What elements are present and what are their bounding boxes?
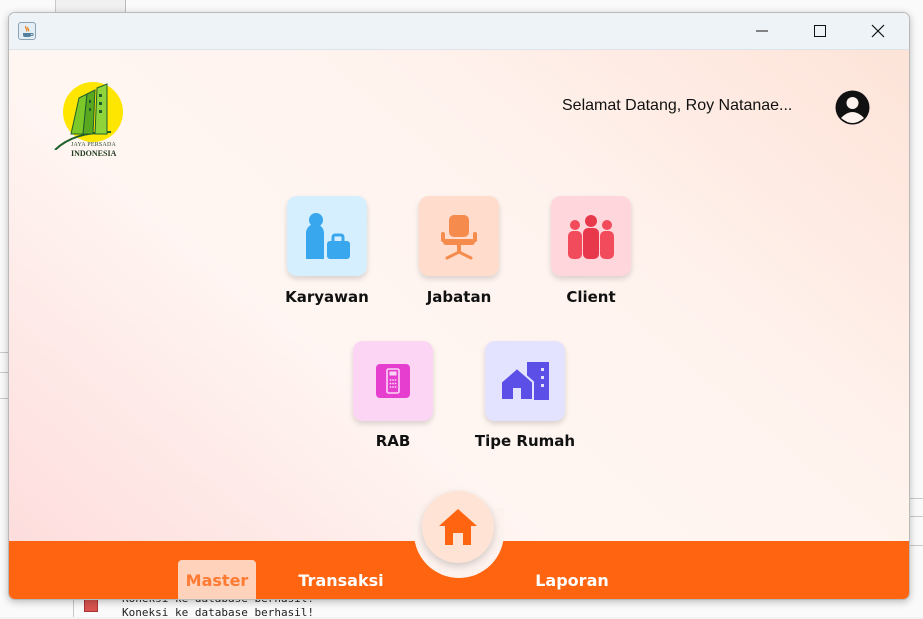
jabatan-button[interactable]: [419, 196, 499, 276]
logo-text: INDONESIA: [71, 149, 117, 158]
java-icon[interactable]: [18, 22, 36, 40]
maximize-button[interactable]: [791, 13, 849, 49]
house-building-icon: [500, 362, 549, 401]
rab-button[interactable]: [353, 341, 433, 421]
nav-master[interactable]: Master: [178, 560, 256, 599]
tile-label: RAB: [375, 432, 411, 450]
title-bar[interactable]: [9, 13, 909, 50]
tile-label: Client: [566, 288, 616, 306]
tile-label: Jabatan: [426, 288, 492, 306]
ide-divider: [0, 352, 8, 353]
app-window: JAYA PERSADA INDONESIA Selamat Datang, R…: [8, 12, 910, 600]
employee-icon: [306, 213, 350, 259]
tile-label: Tipe Rumah: [474, 432, 576, 450]
close-button[interactable]: [849, 13, 907, 49]
calculator-icon: [376, 364, 410, 398]
client-group-icon: [568, 215, 614, 259]
user-name: Roy Natanae...: [685, 97, 793, 114]
ide-divider: [908, 545, 923, 546]
close-icon: [871, 24, 885, 38]
tipe-rumah-button[interactable]: [485, 341, 565, 421]
karyawan-button[interactable]: [287, 196, 367, 276]
client-button[interactable]: [551, 196, 631, 276]
greeting-text: Selamat Datang, Roy Natanae...: [562, 97, 792, 115]
maximize-icon: [814, 25, 826, 37]
company-logo: JAYA PERSADA INDONESIA: [53, 80, 129, 162]
user-avatar-icon: [835, 90, 870, 125]
minimize-icon: [756, 30, 768, 32]
logo-icon: [54, 82, 123, 151]
greeting-label: Selamat Datang,: [562, 97, 682, 114]
logo-text: JAYA PERSADA: [71, 142, 117, 148]
dashboard-content: JAYA PERSADA INDONESIA Selamat Datang, R…: [9, 50, 909, 599]
ide-divider: [73, 598, 74, 617]
minimize-button[interactable]: [733, 13, 791, 49]
home-icon: [439, 509, 477, 545]
ide-gutter: [55, 0, 126, 12]
ide-divider: [0, 372, 8, 373]
stop-icon[interactable]: [84, 598, 98, 612]
nav-transaksi[interactable]: Transaksi: [291, 560, 391, 599]
ide-divider: [0, 398, 8, 399]
ide-divider: [908, 516, 923, 517]
home-button[interactable]: [422, 491, 494, 563]
tile-label: Karyawan: [285, 288, 369, 306]
office-chair-icon: [441, 215, 477, 260]
ide-divider: [908, 498, 923, 499]
avatar[interactable]: [835, 90, 870, 125]
nav-laporan[interactable]: Laporan: [527, 560, 617, 599]
ide-divider: [55, 0, 56, 12]
console-line: Koneksi ke database berhasil!: [122, 606, 315, 619]
